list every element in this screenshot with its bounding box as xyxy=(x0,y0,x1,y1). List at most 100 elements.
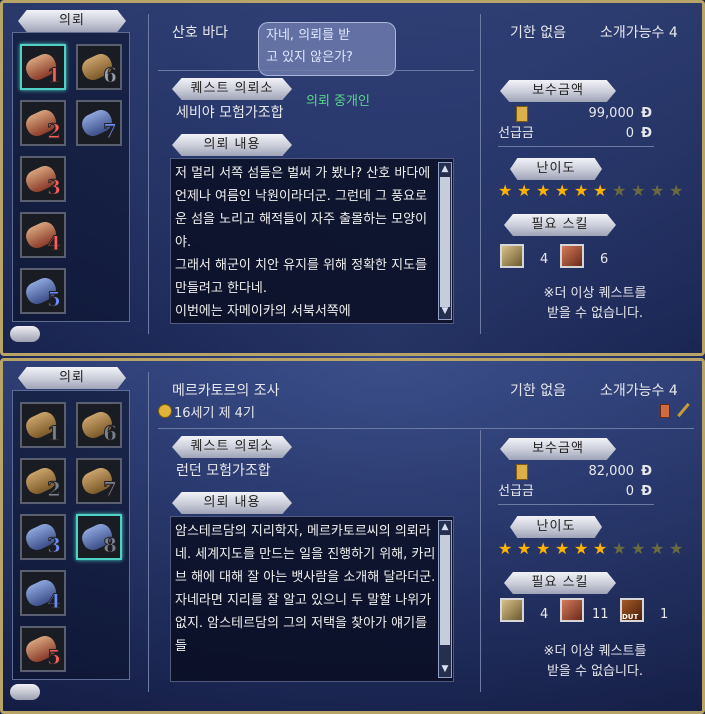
quest-slot-8[interactable]: 8 xyxy=(76,514,122,560)
difficulty-star-icon: ★ xyxy=(555,181,570,200)
sidebar-title: 의뢰 xyxy=(18,367,126,389)
scroll-down-arrow-icon: ▼ xyxy=(441,664,449,674)
quest-slot-7[interactable]: 7 xyxy=(76,100,122,146)
office-label: 퀘스트 의뢰소 xyxy=(172,436,292,458)
reward-label: 보수금액 xyxy=(500,80,616,102)
quest-name: 산호 바다 xyxy=(172,25,228,41)
scroll-up-arrow-icon: ▲ xyxy=(441,522,449,532)
office-name: 세비야 모험가조합 xyxy=(176,105,284,121)
advance-row: 선급금 0 Đ xyxy=(498,482,654,502)
scroll-down-arrow-icon: ▼ xyxy=(441,306,449,316)
difficulty-stars: ★ ★ ★ ★ ★ ★ ★ ★ ★ ★ xyxy=(498,541,698,559)
panel-divider xyxy=(480,14,481,334)
office-label: 퀘스트 의뢰소 xyxy=(172,78,292,100)
skill-value: 11 xyxy=(592,607,609,622)
skill-value: 1 xyxy=(660,607,669,622)
quest-slot-5[interactable]: 5 xyxy=(20,626,66,672)
referral-count: 소개가능수 4 xyxy=(600,25,678,41)
difficulty-star-icon: ★ xyxy=(650,539,665,558)
surveying-skill-icon xyxy=(560,598,584,622)
skill-value: 6 xyxy=(600,252,609,267)
panel-divider xyxy=(480,430,481,692)
deadline: 기한 없음 xyxy=(510,25,566,41)
description-scrollbar[interactable]: ▲ ▼ xyxy=(438,520,452,678)
quest-slot-1[interactable]: 1 xyxy=(20,44,66,90)
quest-limit-notice: ※더 이상 퀘스트를 받을 수 없습니다. xyxy=(543,286,647,321)
quest-description: 암스테르담의 지리학자, 메르카토르씨의 의뢰라네. 세계지도를 만드는 일을 … xyxy=(170,516,454,682)
difficulty-stars: ★ ★ ★ ★ ★ ★ ★ ★ ★ ★ xyxy=(498,183,698,201)
difficulty-star-icon: ★ xyxy=(574,539,589,558)
difficulty-star-icon: ★ xyxy=(593,539,608,558)
clock-icon xyxy=(158,404,172,418)
skill-value: 4 xyxy=(540,607,549,622)
difficulty-star-icon: ★ xyxy=(536,539,551,558)
telescope-skill-icon xyxy=(500,244,524,268)
reward-divider xyxy=(498,504,654,505)
skill-badge: DUT xyxy=(622,613,639,621)
reward-value: 82,000 xyxy=(588,464,635,479)
reward-label: 보수금액 xyxy=(500,438,616,460)
panel-divider xyxy=(148,14,149,334)
description-scrollbar[interactable]: ▲ ▼ xyxy=(438,162,452,320)
difficulty-star-icon: ★ xyxy=(631,539,646,558)
difficulty-star-icon: ★ xyxy=(593,181,608,200)
quest-slot-3[interactable]: 3 xyxy=(20,514,66,560)
book-skill-icon: DUT xyxy=(620,598,644,622)
quest-limit-notice: ※더 이상 퀘스트를 받을 수 없습니다. xyxy=(543,644,647,679)
difficulty-label: 난이도 xyxy=(510,516,602,538)
advance-label: 선급금 xyxy=(498,484,534,499)
advance-value: 0 xyxy=(625,484,634,499)
npc-name-label: 의뢰 중개인 xyxy=(306,94,370,109)
advance-row: 선급금 0 Đ xyxy=(498,124,654,144)
header-divider xyxy=(158,70,474,71)
telescope-skill-icon xyxy=(500,598,524,622)
close-scroll-button[interactable] xyxy=(10,684,40,700)
quest-slot-3[interactable]: 3 xyxy=(20,156,66,202)
advance-value: 0 xyxy=(625,126,634,141)
header-divider xyxy=(158,428,694,429)
sidebar-title: 의뢰 xyxy=(18,10,126,32)
reward-divider xyxy=(498,146,654,147)
currency-symbol: Đ xyxy=(641,126,652,141)
currency-symbol: Đ xyxy=(641,106,652,121)
scroll-thumb xyxy=(440,177,450,307)
surveying-skill-icon xyxy=(560,244,584,268)
quest-slot-1[interactable]: 1 xyxy=(20,402,66,448)
difficulty-star-icon: ★ xyxy=(517,181,532,200)
reward-value: 99,000 xyxy=(588,106,635,121)
difficulty-star-icon: ★ xyxy=(631,181,646,200)
quest-slot-5[interactable]: 5 xyxy=(20,268,66,314)
quest-slot-4[interactable]: 4 xyxy=(20,570,66,616)
quest-description: 저 멀리 서쪽 섬들은 벌써 가 봤나? 산호 바다에 언제나 여름인 낙원이라… xyxy=(170,158,454,324)
quest-slot-4[interactable]: 4 xyxy=(20,212,66,258)
close-scroll-button[interactable] xyxy=(10,326,40,342)
skills-label: 필요 스킬 xyxy=(504,214,616,236)
currency-symbol: Đ xyxy=(641,484,652,499)
skill-value: 4 xyxy=(540,252,549,267)
difficulty-star-icon: ★ xyxy=(669,181,684,200)
currency-symbol: Đ xyxy=(641,464,652,479)
panel-divider xyxy=(148,372,149,692)
quest-slot-2[interactable]: 2 xyxy=(20,100,66,146)
difficulty-star-icon: ★ xyxy=(555,539,570,558)
quest-slot-2[interactable]: 2 xyxy=(20,458,66,504)
quest-slot-7[interactable]: 7 xyxy=(76,458,122,504)
quest-name: 메르카토르의 조사 xyxy=(172,383,280,399)
quest-slot-6[interactable]: 6 xyxy=(76,44,122,90)
reward-row: 99,000 Đ xyxy=(502,104,654,124)
reward-row: 82,000 Đ xyxy=(502,462,654,482)
difficulty-star-icon: ★ xyxy=(612,181,627,200)
difficulty-star-icon: ★ xyxy=(574,181,589,200)
difficulty-star-icon: ★ xyxy=(536,181,551,200)
content-label: 의뢰 내용 xyxy=(172,134,292,156)
quest-slot-6[interactable]: 6 xyxy=(76,402,122,448)
difficulty-label: 난이도 xyxy=(510,158,602,180)
difficulty-star-icon: ★ xyxy=(498,181,513,200)
document-icon[interactable] xyxy=(660,404,670,418)
content-label: 의뢰 내용 xyxy=(172,492,292,514)
difficulty-star-icon: ★ xyxy=(669,539,684,558)
scroll-up-arrow-icon: ▲ xyxy=(441,164,449,174)
advance-label: 선급금 xyxy=(498,126,534,141)
skills-label: 필요 스킬 xyxy=(504,572,616,594)
npc-speech-text: 자네, 의뢰를 받 고 있지 않은가? xyxy=(266,28,353,65)
